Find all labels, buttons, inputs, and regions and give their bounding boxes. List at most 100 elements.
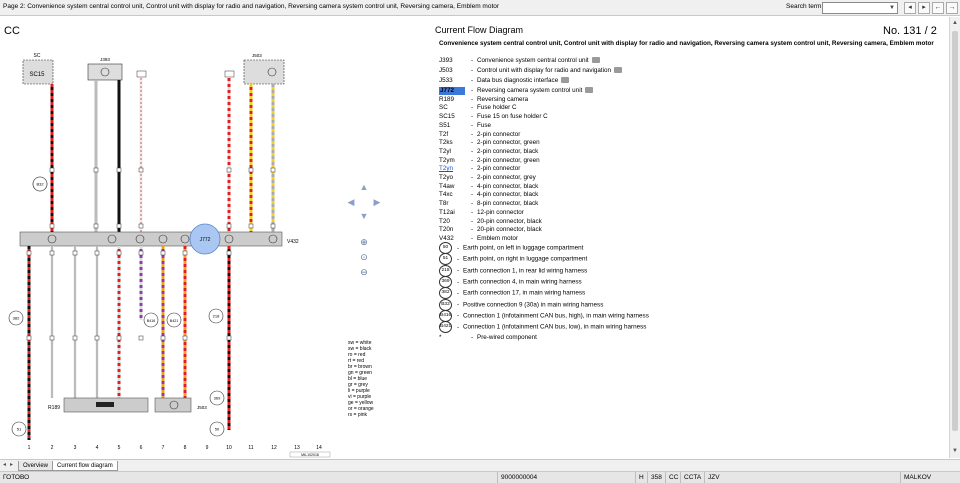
page-title: Page 2: Convenience system central contr… <box>3 3 500 10</box>
legend-code: SC <box>439 104 448 112</box>
legend-text: 2-pin connector, green <box>477 156 540 164</box>
scroll-up-icon[interactable]: ▲ <box>951 19 959 27</box>
legend-code[interactable]: T2yn <box>439 165 465 173</box>
j772-label: J772 <box>200 237 211 243</box>
scroll-down-icon[interactable]: ▼ <box>951 447 959 455</box>
tab-overview[interactable]: Overview <box>18 461 54 471</box>
column-number: 9 <box>206 445 209 451</box>
previous-page-button[interactable]: ← <box>932 2 944 14</box>
sheet-tab-bar: ◂ ▸ Overview Current flow diagram <box>0 459 960 471</box>
search-prev-button[interactable]: ◂ <box>904 2 916 14</box>
j393-box: J393 <box>87 57 123 81</box>
connector-pin <box>72 250 78 256</box>
status-seg-h: H <box>635 472 647 483</box>
prewired-mark: * <box>439 334 442 341</box>
legend-text: Connection 1 (infotainment CAN bus, high… <box>463 312 649 320</box>
wiring-diagram: SC15 SC J393 J503 V432 J772 R189 J503 51… <box>8 53 331 458</box>
tab-scroll-right-icon[interactable]: ▸ <box>10 461 13 468</box>
legend-row: S51- Fuse <box>439 122 491 130</box>
connector-pin <box>248 167 254 173</box>
legend-text: Convenience system central control unit <box>477 57 589 64</box>
legend-text: Control unit with display for radio and … <box>477 67 612 74</box>
legend-row: T20-20-pin connector, black <box>439 218 542 226</box>
column-number: 3 <box>74 445 77 451</box>
connector-pin <box>226 250 232 256</box>
column-number: 4 <box>96 445 99 451</box>
connector-pin <box>138 167 144 173</box>
j503-bottom-label: J503 <box>197 405 207 410</box>
connector-pin <box>226 167 232 173</box>
column-number: 10 <box>226 445 232 451</box>
tab-scroll-left-icon[interactable]: ◂ <box>3 461 6 468</box>
vertical-scrollbar[interactable]: ▲ ▼ <box>949 17 960 458</box>
status-seg-jzv: JZV <box>704 472 900 483</box>
earth-points: 51 50 382 218 369 B32 B416 B421 <box>8 176 225 437</box>
legend-code: T2yl <box>439 147 451 155</box>
legend-code: T2ks <box>439 139 453 147</box>
camera-icon[interactable] <box>561 77 570 84</box>
earth-legend-row: B416- Connection 1 (infotainment CAN bus,… <box>439 309 649 322</box>
zoom-fit-icon[interactable]: ⊙ <box>358 251 370 263</box>
camera-icon[interactable] <box>585 87 594 94</box>
tab-current-flow-diagram[interactable]: Current flow diagram <box>52 461 118 471</box>
earth-legend-row: 369- Earth connection 4, in main wiring h… <box>439 275 582 288</box>
earth-symbol: 382 <box>439 287 452 300</box>
camera-icon[interactable] <box>591 57 600 64</box>
legend-code: J772 <box>439 87 465 95</box>
search-next-button[interactable]: ▸ <box>918 2 930 14</box>
connector-pin <box>94 250 100 256</box>
legend-code: T4xc <box>439 191 453 199</box>
r189-label: R189 <box>48 405 60 411</box>
legend-text: Earth point, on left in luggage compartm… <box>463 244 584 252</box>
column-number: 7 <box>162 445 165 451</box>
earth-symbol: 50 <box>439 242 452 254</box>
legend-row: T8r -8-pin connector, black <box>439 200 538 208</box>
connector-pin <box>160 250 166 256</box>
s51-box <box>224 70 235 78</box>
connector-pin <box>116 250 122 256</box>
legend-text: Earth connection 17, in main wiring harn… <box>463 289 586 297</box>
column-number: 2 <box>51 445 54 451</box>
connector-pin <box>138 223 144 229</box>
next-page-button[interactable]: → <box>946 2 958 14</box>
legend-code: SC15 <box>439 113 455 121</box>
earth-symbol: 369 <box>439 275 452 288</box>
earth-legend-row: 51- Earth point, on right in luggage comp… <box>439 253 588 266</box>
wire-color-key: sw = white sw = black ro = red rt = red br =… <box>348 340 374 418</box>
pan-left-icon[interactable]: ◀ <box>345 196 357 208</box>
status-text: ГОТОВО <box>3 474 30 481</box>
legend-code: T12ai <box>439 208 455 216</box>
scroll-thumb[interactable] <box>952 31 958 431</box>
legend-text: Earth point, on right in luggage compart… <box>463 255 588 263</box>
camera-icon[interactable] <box>614 67 623 74</box>
connector-pin <box>26 250 32 256</box>
pan-up-icon[interactable]: ▲ <box>358 181 370 193</box>
pan-right-icon[interactable]: ▶ <box>371 196 383 208</box>
legend-code: T20 <box>439 217 450 225</box>
legend-code: S51 <box>439 121 451 129</box>
earth-label: 218 <box>213 314 220 319</box>
connector-pin <box>94 335 100 341</box>
earth-symbol: B421 <box>439 321 452 334</box>
column-number: 8 <box>184 445 187 451</box>
zoom-in-icon[interactable]: ⊕ <box>358 236 370 248</box>
column-number: 12 <box>271 445 277 451</box>
connector-pin <box>270 223 276 229</box>
connector-pin <box>138 335 144 341</box>
legend-row: J393- Convenience system central control … <box>439 57 600 65</box>
connector-pin <box>49 223 55 229</box>
chevron-down-icon[interactable]: ▼ <box>888 4 896 12</box>
legend-code: J503 <box>439 67 453 74</box>
pan-down-icon[interactable]: ▼ <box>358 210 370 222</box>
legend-text: Earth connection 1, in rear lid wiring h… <box>463 267 588 275</box>
diagram-number: No. 131 / 2 <box>883 25 937 37</box>
column-numbers: 1 2 3 4 5 6 7 8 9 10 11 12 13 14 <box>28 445 322 451</box>
legend-text: Fuse 15 on fuse holder C <box>477 113 548 121</box>
zoom-out-icon[interactable]: ⊖ <box>358 266 370 278</box>
fuse-holder-sc: SC15 SC <box>22 53 54 85</box>
connector-pin <box>138 250 144 256</box>
search-input[interactable]: ▼ <box>822 2 898 14</box>
legend-row: J772- Reversing camera system control uni… <box>439 87 594 95</box>
legend-code: T20n <box>439 226 454 234</box>
connection-label: B421 <box>170 319 178 323</box>
